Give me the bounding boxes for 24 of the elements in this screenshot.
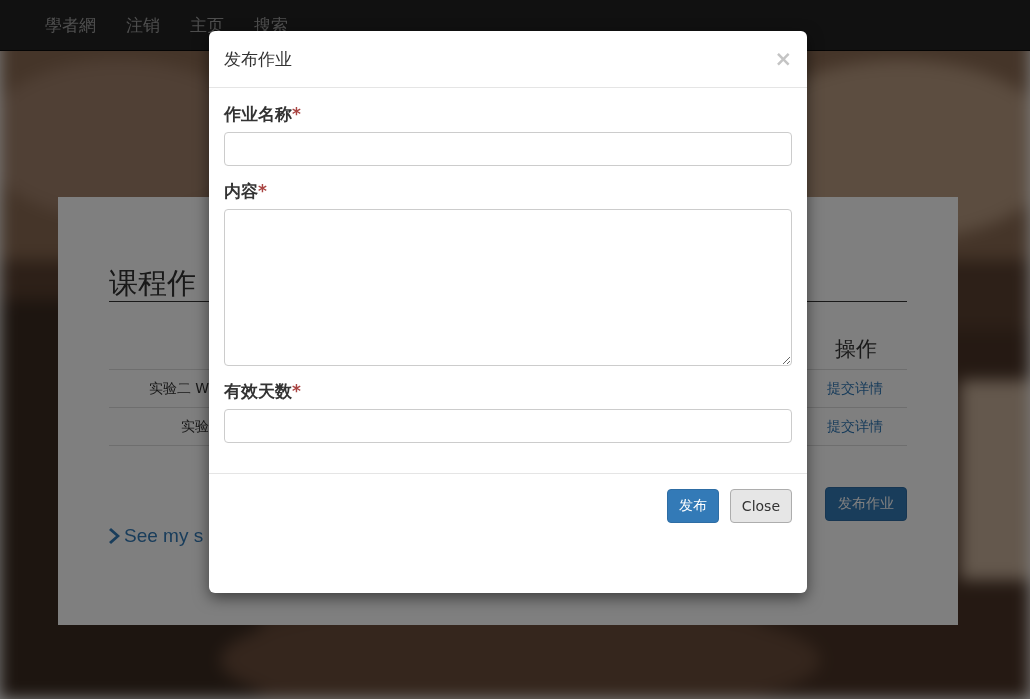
nav-link[interactable]: 注销 bbox=[126, 13, 160, 37]
details-link[interactable]: 提交详情 bbox=[827, 379, 907, 398]
table-cell-text: 实验 bbox=[180, 417, 209, 436]
required-mark: * bbox=[292, 104, 301, 124]
close-button[interactable]: Close bbox=[729, 489, 792, 523]
required-mark: * bbox=[292, 381, 301, 401]
field-label: 有效天数* bbox=[224, 380, 301, 403]
content-textarea[interactable] bbox=[224, 209, 792, 366]
column-header: 操作 bbox=[835, 336, 877, 363]
input-field[interactable] bbox=[224, 132, 792, 166]
close-button[interactable]: × bbox=[774, 48, 792, 70]
publish-button[interactable]: 发布 bbox=[666, 489, 719, 523]
input-field[interactable] bbox=[224, 409, 792, 443]
required-mark: * bbox=[258, 181, 267, 201]
nav-link[interactable]: 主页 bbox=[190, 13, 224, 37]
publish-button[interactable]: 发布作业 bbox=[825, 487, 907, 521]
see-link[interactable]: See my s bbox=[124, 525, 204, 547]
chevron-icon bbox=[109, 527, 121, 545]
brand-link[interactable]: 學者網 bbox=[45, 13, 96, 37]
field-label: 内容* bbox=[224, 180, 267, 203]
table-cell-text: 实验二 W bbox=[147, 379, 209, 398]
modal-title: 发布作业 bbox=[224, 47, 292, 71]
field-label: 作业名称* bbox=[224, 103, 301, 126]
details-link[interactable]: 提交详情 bbox=[827, 417, 907, 436]
